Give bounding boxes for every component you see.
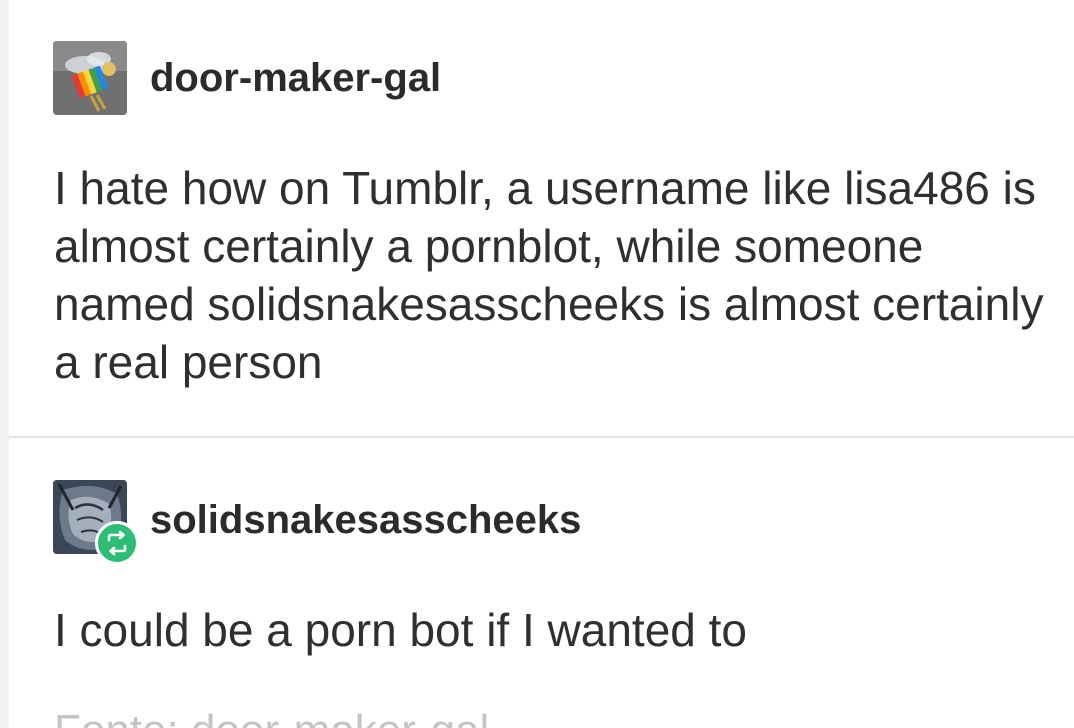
- reblog-icon: [95, 521, 139, 565]
- source-attribution[interactable]: Fonte: door-maker-gal: [54, 706, 489, 728]
- rainbow-bee-avatar-icon[interactable]: [53, 41, 127, 115]
- original-post: door-maker-gal I hate how on Tumblr, a u…: [9, 0, 1074, 436]
- post-body-text: I could be a porn bot if I wanted to: [54, 604, 748, 656]
- post-username[interactable]: door-maker-gal: [150, 56, 441, 101]
- screenshot-frame: door-maker-gal I hate how on Tumblr, a u…: [0, 0, 1074, 728]
- reblog-post: solidsnakesasscheeks I could be a porn b…: [9, 438, 1074, 728]
- post-username[interactable]: solidsnakesasscheeks: [150, 498, 581, 543]
- post-body-text: I hate how on Tumblr, a username like li…: [54, 162, 1044, 388]
- post-card: door-maker-gal I hate how on Tumblr, a u…: [9, 0, 1074, 728]
